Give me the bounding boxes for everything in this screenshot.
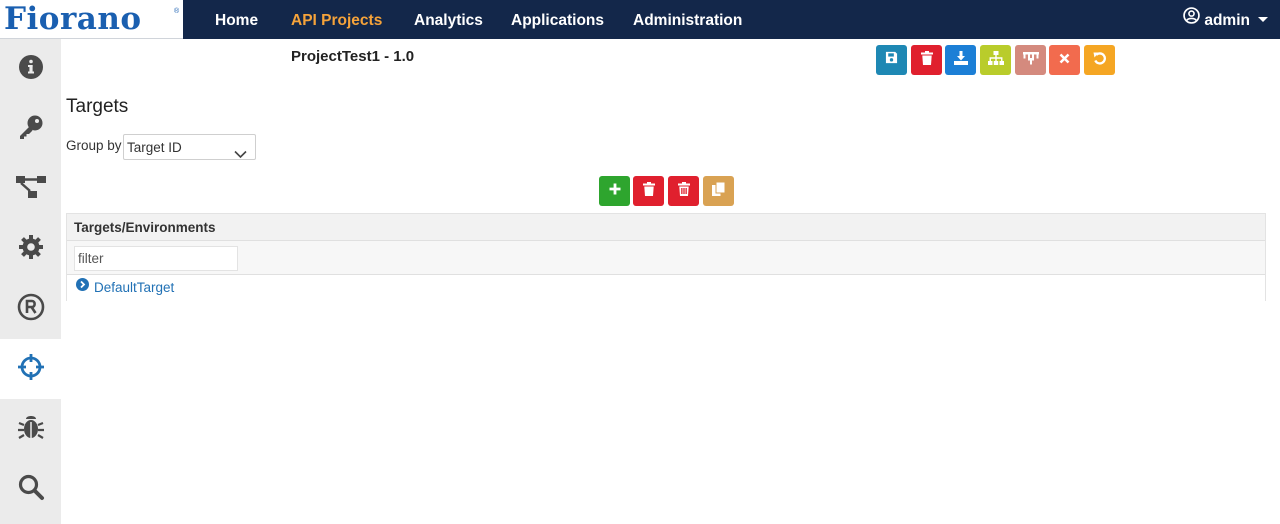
crosshairs-icon: [17, 353, 45, 386]
chevron-down-icon: [234, 142, 247, 167]
search-icon: [17, 473, 45, 506]
add-target-button[interactable]: [599, 176, 630, 206]
hierarchy-button[interactable]: [1015, 45, 1046, 75]
download-button[interactable]: [945, 45, 976, 75]
chevron-circle-right-icon[interactable]: [76, 274, 89, 300]
close-project-button[interactable]: [1049, 45, 1080, 75]
download-icon: [953, 50, 968, 70]
table-row[interactable]: DefaultTarget: [67, 275, 1265, 301]
sidebar-item-info[interactable]: [0, 39, 61, 99]
group-by-value: Target ID: [127, 140, 182, 155]
plus-icon: [609, 182, 621, 200]
user-name: admin: [1204, 12, 1250, 29]
undo-button[interactable]: [1084, 45, 1115, 75]
undo-icon: [1093, 51, 1107, 70]
info-icon: [18, 54, 44, 85]
delete-target-button[interactable]: [633, 176, 664, 206]
nav-applications[interactable]: Applications: [511, 0, 604, 39]
nav-api-projects[interactable]: API Projects: [291, 0, 382, 39]
sidebar-item-search[interactable]: [0, 459, 61, 519]
row-label[interactable]: DefaultTarget: [94, 280, 174, 295]
save-button[interactable]: [876, 45, 907, 75]
sitemap-button[interactable]: [980, 45, 1011, 75]
sidebar-item-debug[interactable]: [0, 399, 61, 459]
delete-project-button[interactable]: [911, 45, 942, 75]
logo-registered-mark: ®: [174, 8, 180, 15]
sidebar-item-keys[interactable]: [0, 99, 61, 159]
targets-table: Targets/Environments DefaultTarget: [66, 213, 1266, 301]
table-filter-row: [67, 241, 1265, 275]
copy-icon: [712, 181, 726, 201]
hierarchy-icon: [1022, 51, 1039, 70]
sidebar-item-targets[interactable]: [0, 339, 61, 399]
top-navbar: Fiorano ® Home API Projects Analytics Ap…: [0, 0, 1280, 39]
logo[interactable]: Fiorano ®: [0, 0, 183, 39]
user-circle-icon: [1183, 0, 1201, 40]
trash-icon: [920, 50, 933, 70]
section-title: Targets: [66, 96, 129, 117]
flow-icon: [15, 173, 47, 206]
delete-environment-button[interactable]: [668, 176, 699, 206]
group-by-label: Group by: [66, 138, 122, 153]
user-menu[interactable]: admin: [1183, 0, 1268, 39]
table-header: Targets/Environments: [67, 214, 1265, 241]
registered-icon: [17, 293, 45, 326]
nav-administration[interactable]: Administration: [633, 0, 742, 39]
sidebar: [0, 39, 61, 524]
filter-input[interactable]: [74, 246, 238, 271]
sidebar-item-settings[interactable]: [0, 219, 61, 279]
nav-home[interactable]: Home: [215, 0, 258, 39]
gear-icon: [18, 234, 44, 265]
group-by-select[interactable]: Target ID: [123, 134, 256, 160]
nav-analytics[interactable]: Analytics: [414, 0, 483, 39]
sidebar-item-flows[interactable]: [0, 159, 61, 219]
copy-target-button[interactable]: [703, 176, 734, 206]
key-icon: [17, 113, 45, 146]
bug-icon: [17, 413, 45, 446]
close-icon: [1059, 51, 1070, 69]
trash-icon: [642, 181, 655, 201]
sidebar-item-registry[interactable]: [0, 279, 61, 339]
chevron-down-icon: [1258, 16, 1268, 22]
trash-icon: [677, 181, 690, 201]
save-icon: [885, 51, 898, 69]
logo-text: Fiorano: [4, 1, 142, 37]
sitemap-icon: [987, 50, 1004, 70]
project-title: ProjectTest1 - 1.0: [291, 48, 415, 65]
